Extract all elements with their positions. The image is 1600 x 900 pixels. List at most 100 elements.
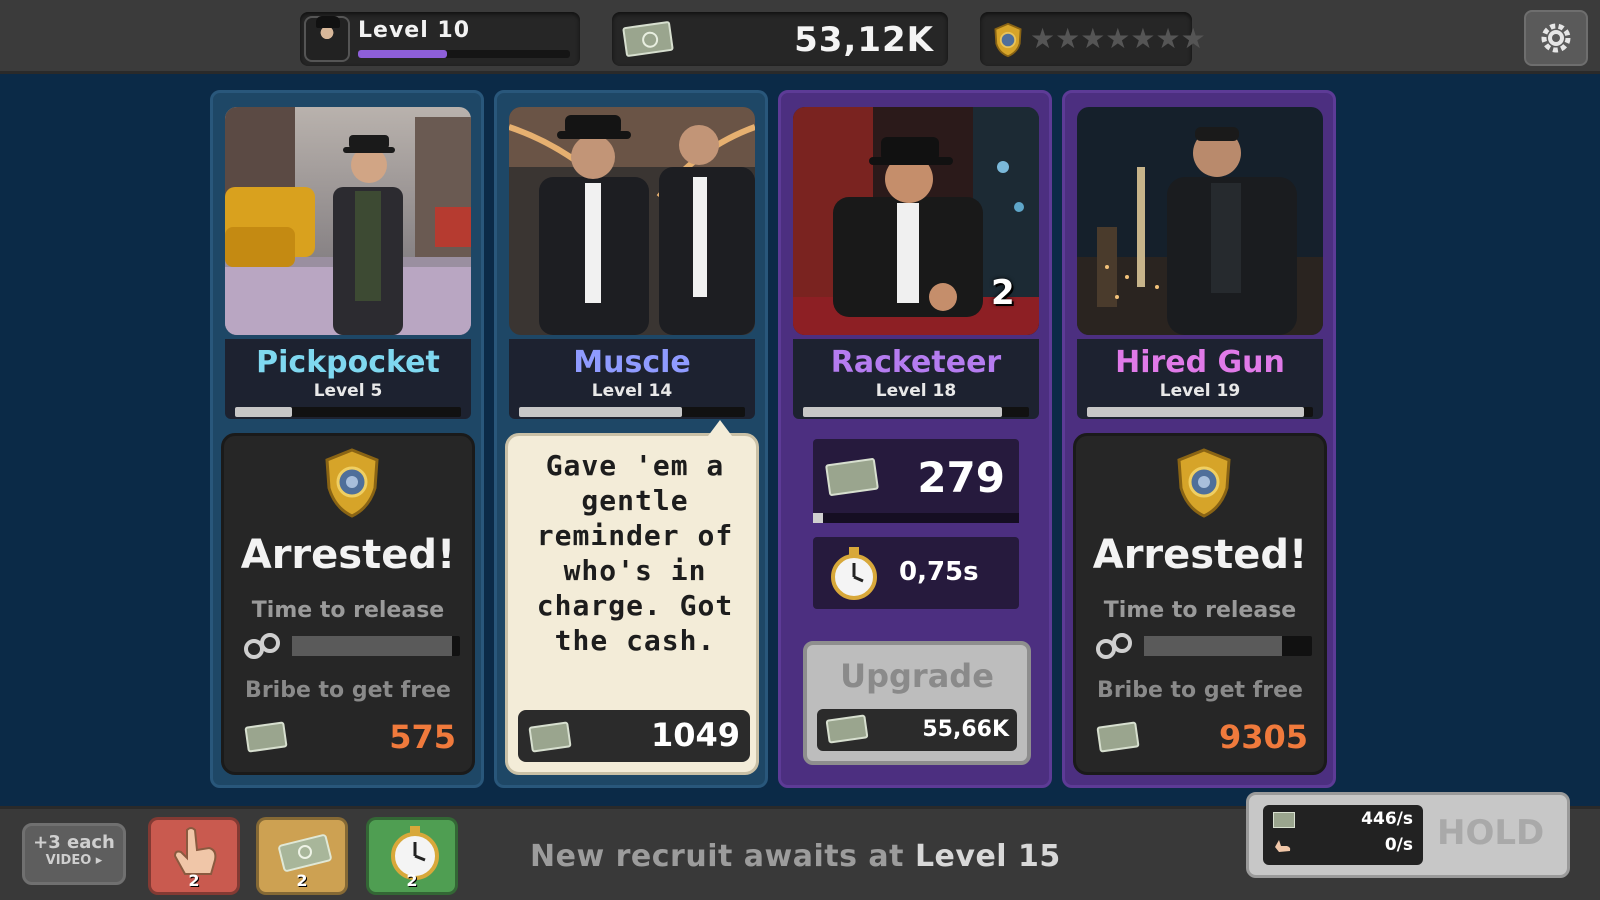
hold-label: HOLD	[1437, 813, 1545, 853]
pickpocket-name: Pickpocket	[256, 345, 440, 380]
hired-gun-level-fill	[1087, 407, 1304, 417]
wanted-stars: ★★★★★★★	[1030, 22, 1206, 55]
hold-button[interactable]: 446/s 0/s HOLD	[1246, 792, 1570, 878]
racketeer-name-area: Racketeer Level 18	[793, 339, 1039, 419]
pickpocket-release-fill	[292, 636, 452, 656]
hired-gun-arrest-panel: Arrested! Time to release Bribe to get f…	[1073, 433, 1327, 775]
top-bar: Level 10 53,12K ★★★★★★★	[0, 0, 1600, 74]
time-boost-button[interactable]: 2	[366, 817, 458, 895]
wanted-panel[interactable]: ★★★★★★★	[980, 12, 1206, 66]
player-level-panel[interactable]: Level 10	[300, 12, 580, 66]
cash-icon	[1096, 721, 1140, 753]
card-hired-gun[interactable]: Hired Gun Level 19 Arrested! Time to rel…	[1062, 90, 1336, 788]
cash-icon	[825, 714, 869, 744]
pickpocket-level-fill	[235, 407, 292, 417]
police-badge-icon	[325, 448, 379, 518]
cash-boost-count: 2	[296, 871, 308, 890]
muscle-name: Muscle	[573, 345, 691, 380]
stopwatch-icon	[831, 547, 877, 600]
pickpocket-arrested-title: Arrested!	[240, 532, 456, 578]
xp-progress-bar	[358, 50, 570, 58]
handcuffs-icon	[244, 633, 280, 659]
cash-icon	[622, 20, 674, 58]
pickpocket-portrait	[225, 107, 471, 335]
pickpocket-release-label: Time to release	[251, 598, 445, 623]
income-rates: 446/s 0/s	[1263, 805, 1423, 865]
muscle-level: Level 14	[591, 381, 673, 401]
player-level-label: Level 10	[358, 18, 471, 43]
cash-boost-button[interactable]: 2	[256, 817, 348, 895]
racketeer-upgrade-button[interactable]: Upgrade 55,66K	[803, 641, 1031, 765]
racketeer-cycle-time: 0,75s	[899, 557, 979, 587]
upgrade-label: Upgrade	[840, 657, 994, 695]
cash-icon	[1273, 812, 1295, 828]
recruit-prefix: New recruit awaits at	[530, 839, 904, 874]
upgrade-cost-row: 55,66K	[817, 709, 1017, 751]
hired-gun-release-bar	[1144, 636, 1312, 656]
racketeer-income: 279	[917, 453, 1005, 502]
racketeer-level: Level 18	[875, 381, 957, 401]
cash-panel: 53,12K	[612, 12, 948, 66]
muscle-portrait	[509, 107, 755, 335]
hired-gun-bribe-label: Bribe to get free	[1097, 678, 1303, 703]
cash-amount: 53,12K	[794, 20, 934, 60]
recruit-level: Level 15	[914, 839, 1061, 874]
hired-gun-bribe-cost: 9305	[1218, 718, 1308, 756]
racketeer-name: Racketeer	[830, 345, 1002, 380]
tap-hand-icon	[1275, 840, 1291, 852]
video-label: VIDEO ▸	[45, 853, 103, 868]
handcuffs-icon	[1096, 633, 1132, 659]
racketeer-level-bar	[803, 407, 1029, 417]
watch-video-button[interactable]: +3 each VIDEO ▸	[22, 823, 126, 885]
racketeer-income-box: 279	[813, 439, 1019, 523]
tap-rate: 0/s	[1384, 835, 1413, 855]
muscle-cash-reward: 1049	[518, 710, 750, 762]
cash-icon	[244, 721, 288, 753]
recruit-message: New recruit awaits at Level 15	[530, 839, 1061, 874]
video-bonus-label: +3 each	[33, 832, 115, 853]
cash-rate: 446/s	[1361, 809, 1413, 829]
tap-boost-button[interactable]: 2	[148, 817, 240, 895]
xp-progress-fill	[358, 50, 448, 58]
player-avatar	[304, 16, 350, 62]
pickpocket-arrest-panel: Arrested! Time to release Bribe to get f…	[221, 433, 475, 775]
racketeer-income-progress	[813, 513, 1019, 523]
hired-gun-name-area: Hired Gun Level 19	[1077, 339, 1323, 419]
muscle-speech-bubble[interactable]: Gave 'em a gentle reminder of who's in c…	[505, 420, 759, 775]
hired-gun-name: Hired Gun	[1115, 345, 1285, 380]
police-badge-icon	[994, 22, 1022, 58]
muscle-name-area: Muscle Level 14	[509, 339, 755, 419]
cash-icon	[825, 457, 879, 497]
pickpocket-release-bar	[292, 636, 460, 656]
pickpocket-level-bar	[235, 407, 461, 417]
card-muscle[interactable]: Muscle Level 14 Gave 'em a gentle remind…	[494, 90, 768, 788]
card-racketeer[interactable]: 2 Racketeer Level 18 279 0,75s Upgrade 5…	[778, 90, 1052, 788]
tap-rate-row: 0/s	[1273, 835, 1413, 859]
racketeer-level-fill	[803, 407, 1002, 417]
racketeer-time-box: 0,75s	[813, 537, 1019, 609]
pickpocket-bribe-cost: 575	[389, 718, 456, 756]
hired-gun-bribe-button[interactable]: 9305	[1086, 710, 1318, 766]
pickpocket-bribe-button[interactable]: 575	[234, 710, 466, 766]
card-pickpocket[interactable]: Pickpocket Level 5 Arrested! Time to rel…	[210, 90, 484, 788]
muscle-level-fill	[519, 407, 682, 417]
tap-boost-count: 2	[188, 871, 200, 890]
hired-gun-level: Level 19	[1159, 381, 1241, 401]
hired-gun-release-label: Time to release	[1103, 598, 1297, 623]
gear-icon	[1541, 23, 1571, 53]
hired-gun-release-fill	[1144, 636, 1282, 656]
hired-gun-arrested-title: Arrested!	[1092, 532, 1308, 578]
pickpocket-level: Level 5	[313, 381, 383, 401]
time-boost-count: 2	[406, 871, 418, 890]
racketeer-income-fill	[813, 513, 824, 523]
settings-button[interactable]	[1524, 10, 1588, 66]
upgrade-cost: 55,66K	[922, 717, 1009, 742]
muscle-speech-text: Gave 'em a gentle reminder of who's in c…	[536, 449, 734, 657]
cash-rate-row: 446/s	[1273, 809, 1413, 833]
pickpocket-name-area: Pickpocket Level 5	[225, 339, 471, 419]
pickpocket-bribe-label: Bribe to get free	[245, 678, 451, 703]
hired-gun-level-bar	[1087, 407, 1313, 417]
hired-gun-portrait	[1077, 107, 1323, 335]
muscle-level-bar	[519, 407, 745, 417]
racketeer-multiplier: 2	[991, 273, 1015, 313]
